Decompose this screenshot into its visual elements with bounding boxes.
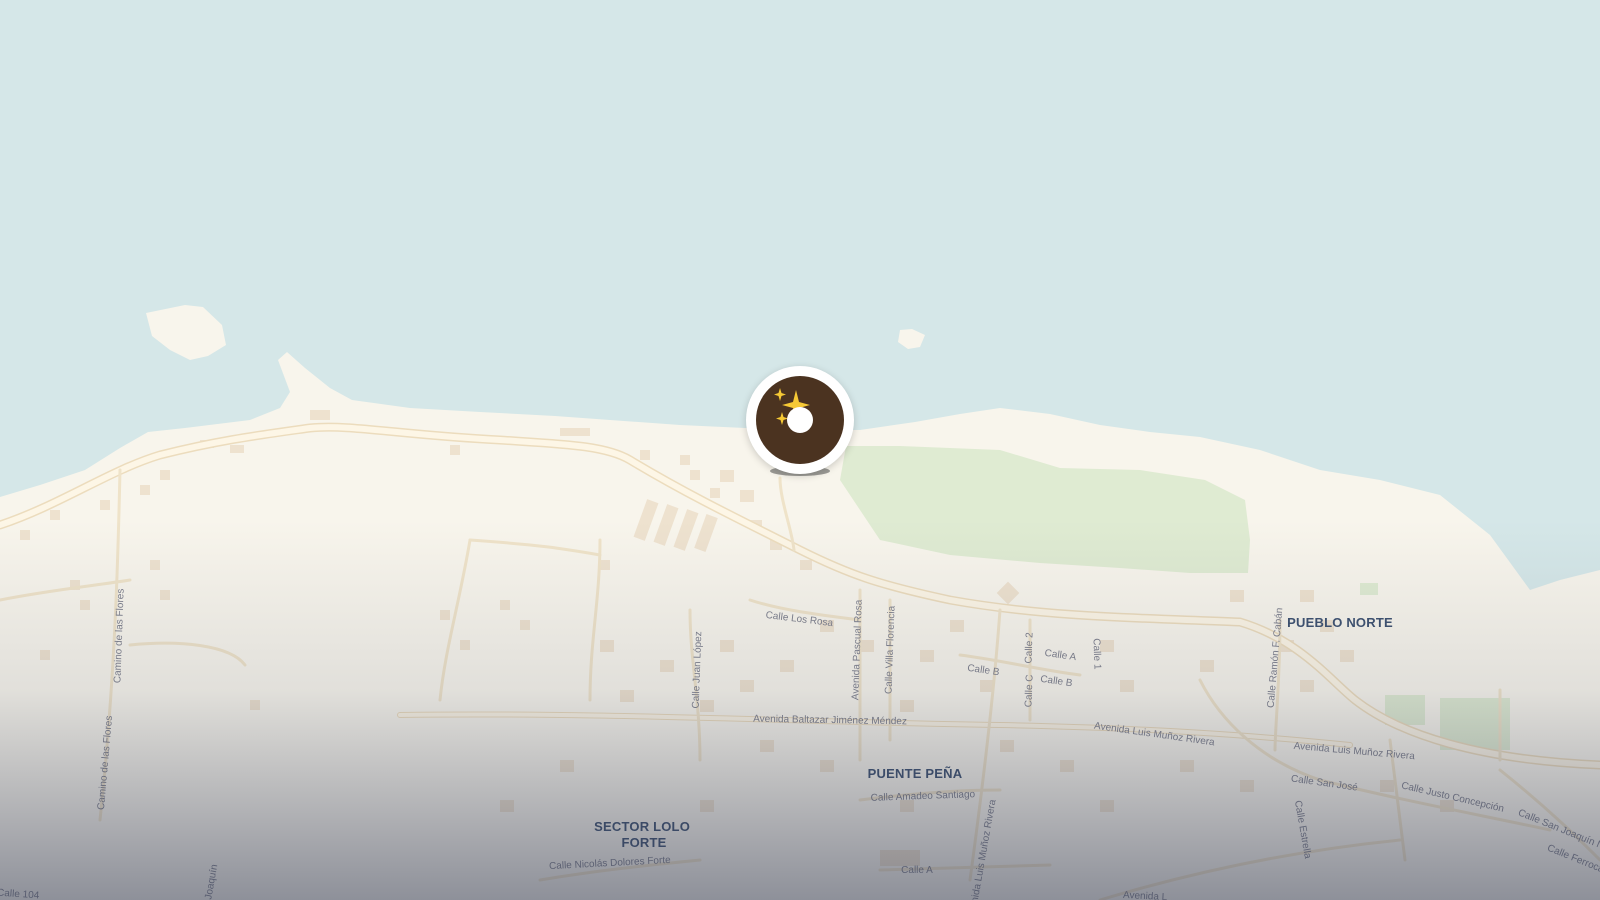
park	[1360, 583, 1378, 595]
marker-badge	[756, 376, 844, 464]
area-label-pueblo-norte: PUEBLO NORTE	[1287, 615, 1393, 630]
street-label: Calle A	[901, 865, 933, 876]
street-label: Avenida L	[1123, 890, 1168, 900]
location-marker[interactable]	[746, 366, 854, 474]
area-label-sector-lolo-forte-line2: FORTE	[621, 835, 666, 850]
street-label: Calle 1	[1090, 638, 1102, 670]
area-label-sector-lolo-forte-line1: SECTOR LOLO	[594, 819, 690, 834]
area-label-puente-pena: PUENTE PEÑA	[868, 766, 963, 781]
street-label: Calle 104	[0, 888, 40, 900]
map-canvas[interactable]: PUEBLO NORTE PUENTE PEÑA SECTOR LOLO FOR…	[0, 0, 1600, 900]
marker-center-dot	[787, 407, 813, 433]
street-label: Calle 2	[1023, 632, 1035, 664]
street-label: Calle C	[1023, 674, 1035, 707]
